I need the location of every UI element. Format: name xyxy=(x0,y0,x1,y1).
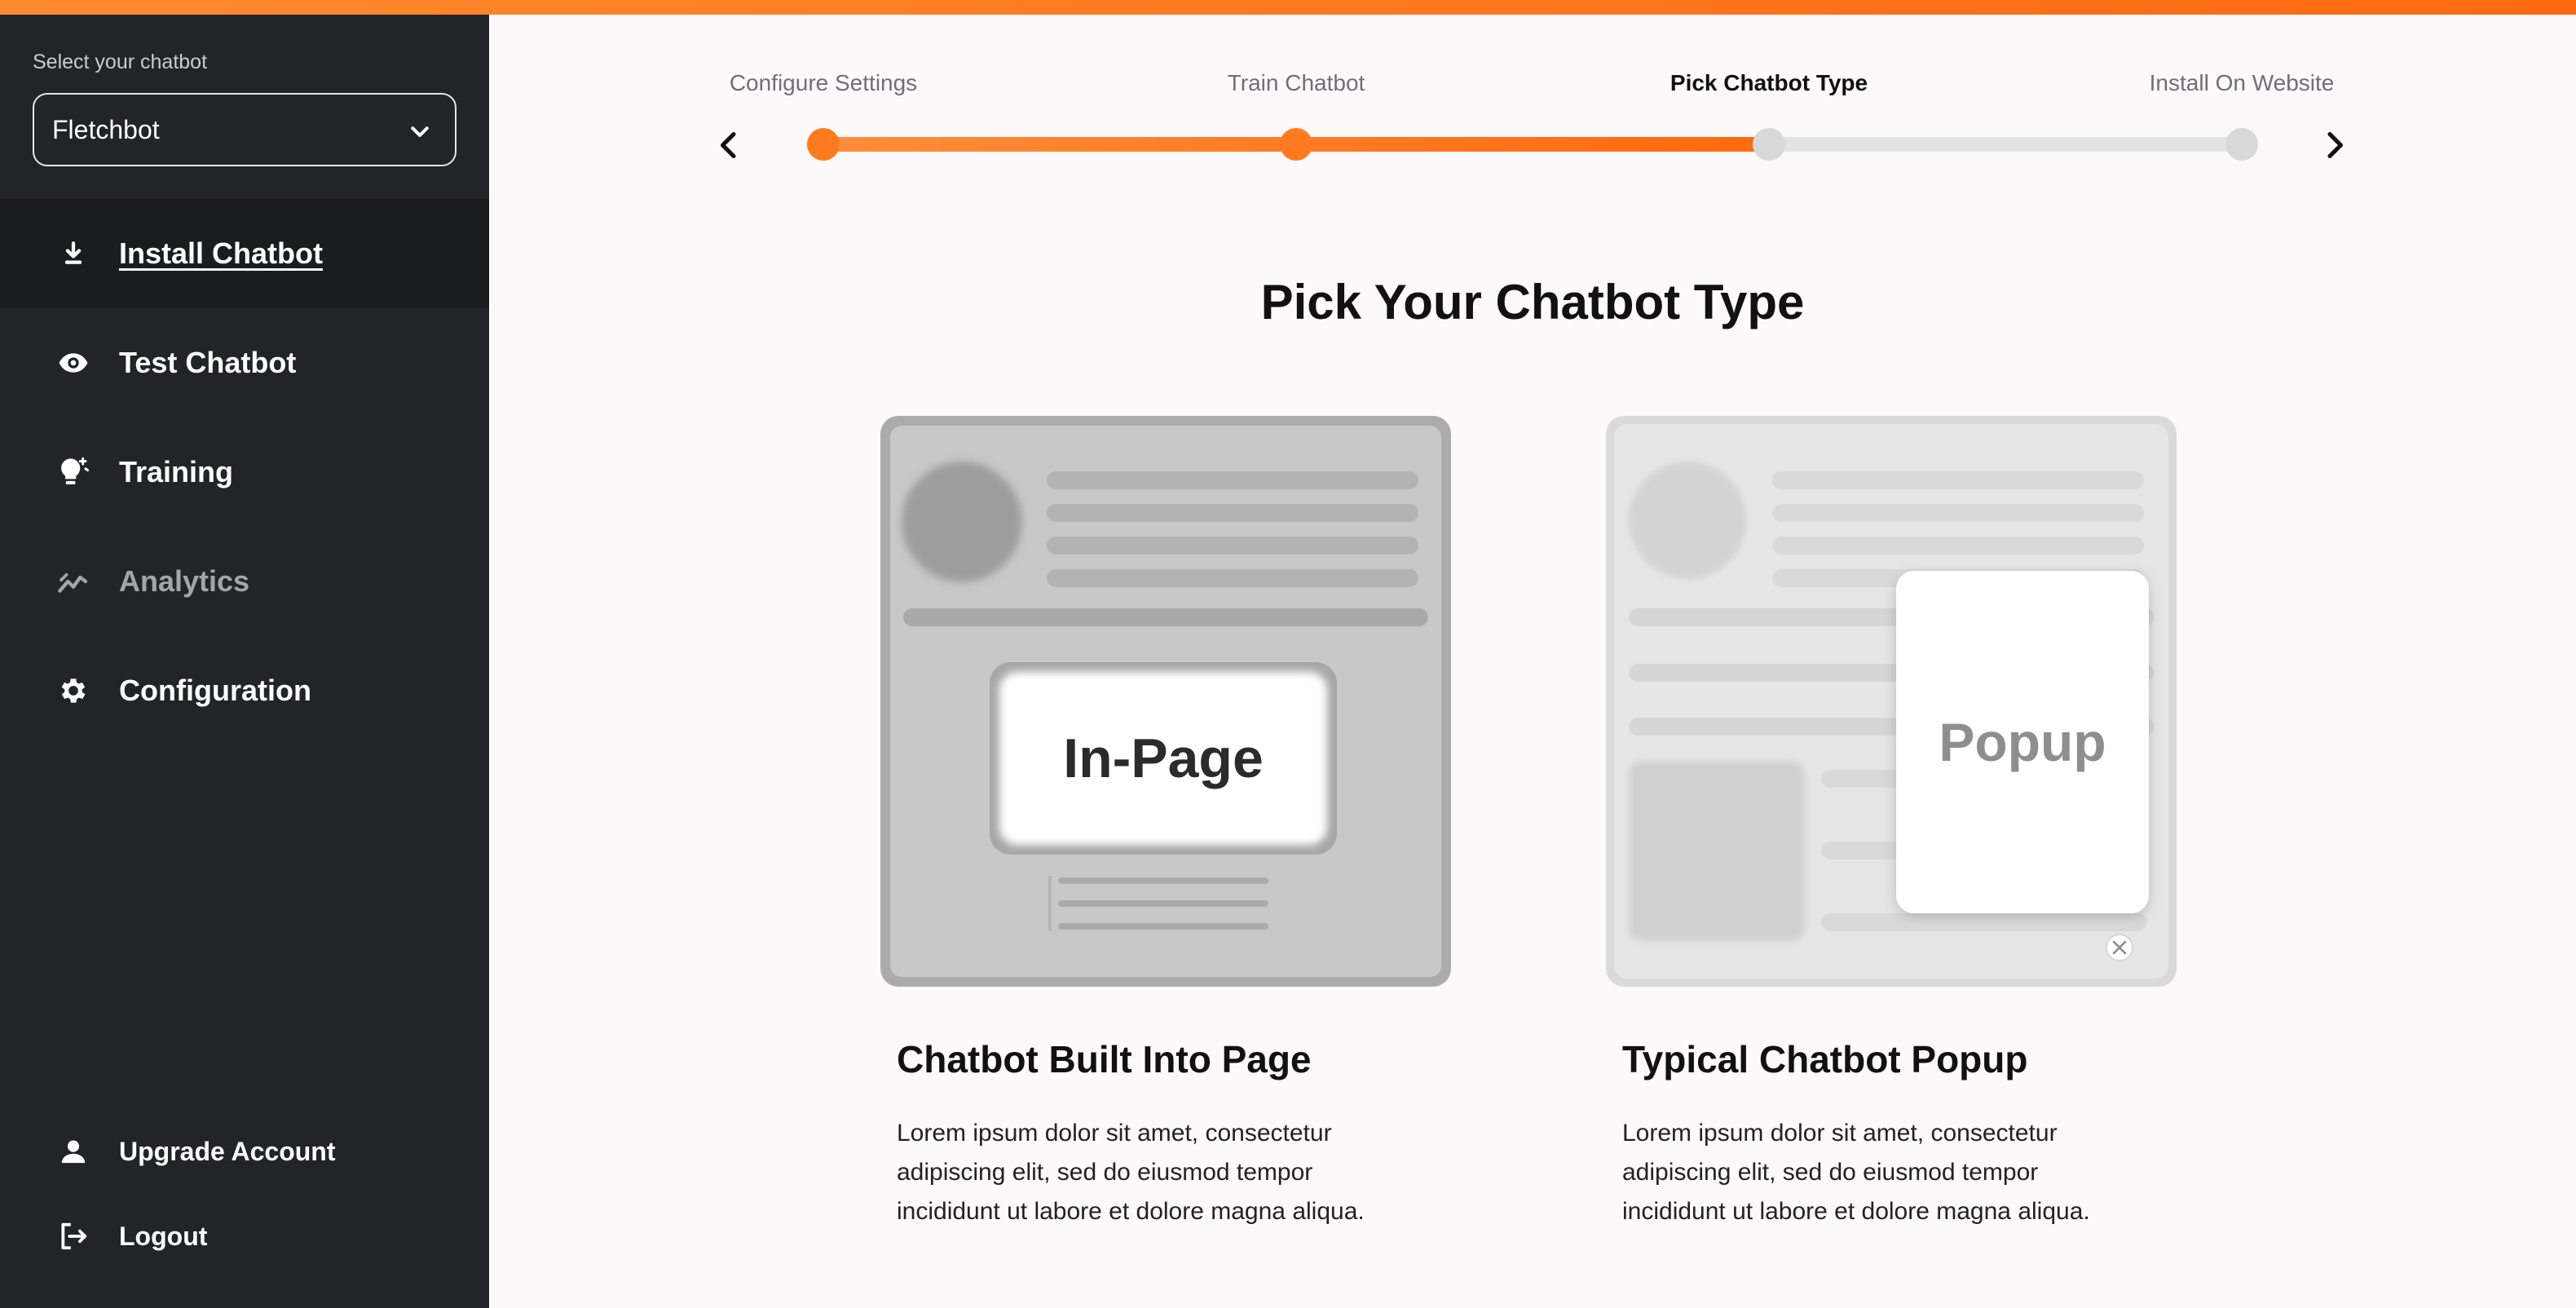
sidebar-item-analytics[interactable]: Analytics xyxy=(0,527,489,636)
step-label-pick-chatbot-type[interactable]: Pick Chatbot Type xyxy=(1670,70,1868,96)
sidebar-item-upgrade-account[interactable]: Upgrade Account xyxy=(0,1109,489,1194)
sidebar-item-install-chatbot[interactable]: Install Chatbot xyxy=(0,199,489,308)
sidebar-item-label: Test Chatbot xyxy=(119,346,297,379)
sidebar-item-label: Analytics xyxy=(119,564,250,598)
sidebar-item-label: Upgrade Account xyxy=(119,1136,336,1166)
step-label-train-chatbot[interactable]: Train Chatbot xyxy=(1228,70,1365,96)
in-page-option-preview[interactable]: In-Page xyxy=(880,416,1451,987)
page-title: Pick Your Chatbot Type xyxy=(1260,275,1805,329)
chatbot-select-label: Select your chatbot xyxy=(33,51,208,73)
sidebar-item-label: Configuration xyxy=(119,674,311,707)
popup-card-title: Typical Chatbot Popup xyxy=(1622,1038,2028,1080)
step-dot-4[interactable] xyxy=(2225,128,2258,161)
in-page-card-description: Lorem ipsum dolor sit amet, consectetur … xyxy=(897,1120,1365,1225)
step-dot-1[interactable] xyxy=(807,128,840,161)
step-dot-2[interactable] xyxy=(1280,128,1312,161)
in-page-card-title: Chatbot Built Into Page xyxy=(897,1038,1312,1080)
gear-icon xyxy=(57,674,90,707)
sidebar-item-configuration[interactable]: Configuration xyxy=(0,636,489,745)
sidebar-item-label: Training xyxy=(119,455,234,488)
sidebar-item-label: Logout xyxy=(119,1221,208,1251)
sidebar-nav: Install Chatbot Test Chatbot Training An… xyxy=(0,199,489,745)
chatbot-select-value: Fletchbot xyxy=(52,114,160,144)
download-icon xyxy=(57,237,90,270)
chevron-left-icon[interactable] xyxy=(714,129,743,161)
lightbulb-icon xyxy=(57,456,90,488)
user-icon xyxy=(57,1135,90,1168)
sidebar-item-training[interactable]: Training xyxy=(0,418,489,527)
step-label-configure-settings[interactable]: Configure Settings xyxy=(730,70,917,96)
popup-option-preview[interactable]: Popup xyxy=(1606,416,2177,987)
sidebar-item-logout[interactable]: Logout xyxy=(0,1194,489,1279)
in-page-preview-label: In-Page xyxy=(1063,727,1264,789)
step-label-install-on-website[interactable]: Install On Website xyxy=(2150,70,2335,96)
popup-preview-label: Popup xyxy=(1939,712,2106,772)
eye-icon xyxy=(57,347,90,379)
progress-track xyxy=(823,137,2242,152)
chevron-down-icon xyxy=(411,126,429,137)
sidebar-bottom-nav: Upgrade Account Logout xyxy=(0,1109,489,1279)
close-icon xyxy=(2105,933,2134,962)
analytics-icon xyxy=(57,565,90,598)
sidebar-item-label: Install Chatbot xyxy=(119,236,323,270)
sidebar-item-test-chatbot[interactable]: Test Chatbot xyxy=(0,308,489,418)
popup-card-description: Lorem ipsum dolor sit amet, consectetur … xyxy=(1622,1120,2090,1225)
step-dot-3[interactable] xyxy=(1753,128,1785,161)
logout-icon xyxy=(57,1220,90,1253)
sidebar: Select your chatbot Fletchbot Install Ch… xyxy=(0,15,489,1308)
top-accent-bar xyxy=(0,0,2576,15)
chevron-right-icon[interactable] xyxy=(2320,129,2349,161)
chatbot-select[interactable]: Fletchbot xyxy=(33,93,457,166)
